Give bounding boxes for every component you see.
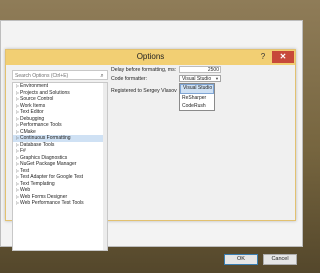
tree-item-label: Web Forms Designer <box>20 193 68 200</box>
options-tree[interactable]: ▷Environment ▷Projects and Solutions ▷Sour… <box>12 82 108 251</box>
code-formatter-select[interactable]: Visual Studio ▼ <box>179 75 221 82</box>
tree-item-label: Web Performance Test Tools <box>20 200 84 206</box>
formatter-label: Code formatter: <box>111 76 148 82</box>
tree-item-label: Environment <box>20 83 49 89</box>
titlebar: Options ? ✕ <box>6 50 295 65</box>
tree-item-label: Database Tools <box>20 141 55 148</box>
tree-item-label: NuGet Package Manager <box>20 161 77 167</box>
search-placeholder: Search Options (Ctrl+E) <box>15 73 69 79</box>
tree-item-label: CMake <box>20 128 36 135</box>
tree-item-label: Projects and Solutions <box>20 89 70 96</box>
tree-item-label: Source Control <box>20 96 54 102</box>
search-input[interactable]: Search Options (Ctrl+E) ⌕ <box>12 70 108 80</box>
tree-item-label: Web <box>20 187 31 193</box>
dropdown-option-visual-studio[interactable]: Visual Studio <box>180 84 214 94</box>
formatter-dropdown-list: Visual Studio ReSharper CodeRush <box>179 83 215 111</box>
options-dialog: Options ? ✕ Search Options (Ctrl+E) ⌕ ▷E… <box>5 49 297 265</box>
dropdown-option-coderush[interactable]: CodeRush <box>180 102 214 110</box>
tree-item-label: Work Items <box>20 102 46 109</box>
tree-item-label: Performance Tools <box>20 122 62 128</box>
registered-text: Registered to Sergey Vlasov <box>111 88 177 94</box>
window-title: Options <box>136 52 165 61</box>
tree-item-label: Test Adapter for Google Test <box>20 174 84 180</box>
help-button[interactable]: ? <box>256 51 270 63</box>
tree-scrollbar[interactable] <box>103 83 107 250</box>
tree-item-label: Graphics Diagnostics <box>20 154 68 161</box>
close-button[interactable]: ✕ <box>272 51 294 63</box>
chevron-down-icon: ▼ <box>215 76 219 81</box>
formatter-selected-value: Visual Studio <box>182 76 212 82</box>
delay-input[interactable]: 2500 <box>179 66 221 73</box>
tree-item-label: F# <box>20 148 26 154</box>
delay-label: Delay before formatting, ms: <box>111 67 177 73</box>
cancel-button[interactable]: Cancel <box>263 254 297 265</box>
tree-item-label: Continuous Formatting <box>20 135 71 141</box>
tree-item-label: Text Editor <box>20 109 44 115</box>
dropdown-option-resharper[interactable]: ReSharper <box>180 94 214 102</box>
tree-item-label: Text Templating <box>20 180 55 187</box>
tree-item-label: Test <box>20 167 30 174</box>
tree-list: ▷Environment ▷Projects and Solutions ▷Sour… <box>13 83 107 207</box>
search-icon[interactable]: ⌕ <box>98 72 106 80</box>
tree-item-label: Debugging <box>20 115 45 122</box>
ok-button[interactable]: OK <box>224 254 258 265</box>
tree-item[interactable]: ▷Web Performance Test Tools <box>13 200 107 207</box>
